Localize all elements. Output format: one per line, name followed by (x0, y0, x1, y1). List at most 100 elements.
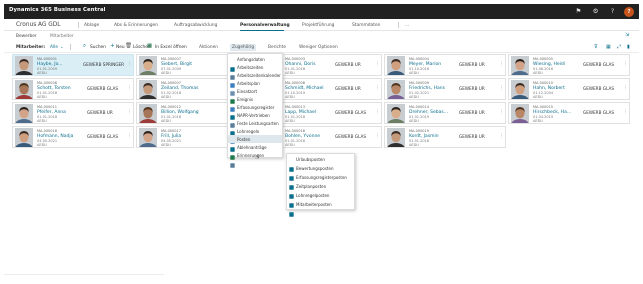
more-options-icon[interactable]: ⋮ (375, 61, 380, 67)
employee-name[interactable]: Ohanni, Doris (285, 62, 316, 67)
nav-item-abs-erinnerungen[interactable]: Abs & Erinnerungen (114, 23, 158, 28)
posten-menu-item[interactable]: Lohnregelposten (287, 191, 354, 208)
employee-name[interactable]: Pfeifer, Anna (37, 110, 66, 115)
open-in-excel-button[interactable]: In Excel öffnen (155, 45, 187, 50)
employee-code: AEDU (409, 94, 419, 99)
new-button[interactable]: Neu (116, 45, 125, 50)
related-menu-item[interactable]: Feste Leistungsarten (228, 119, 282, 136)
nav-item-personalverwaltung[interactable]: Personalverwaltung (240, 23, 290, 31)
related-menu[interactable]: Zugehörig (230, 43, 257, 51)
employee-tile[interactable]: MA-000006 Schott, Torsten 01.01.2018 AEDU GE… (12, 78, 134, 100)
search-button[interactable]: Suchen (90, 45, 106, 50)
posten-menu-item[interactable]: Bewertungsposten (287, 164, 354, 181)
employee-name[interactable]: Zeiland, Thomas (161, 86, 199, 91)
chevron-down-icon[interactable]: ⌄ (60, 45, 64, 50)
fewer-options-button[interactable]: Weniger Optionen (299, 45, 338, 50)
employee-name[interactable]: Siebert, Birgit (161, 62, 192, 67)
employee-name[interactable]: Drehner, Sebas... (409, 110, 448, 115)
employee-group: GEWERB UR (459, 85, 485, 91)
employee-tile[interactable]: MA-000015 Hirschbeck, Ha... 01.04.2019 AEDU… (508, 102, 630, 124)
employee-name[interactable]: Frill, Julia (161, 134, 181, 139)
subnav-mitarbeiter[interactable]: Mitarbeiter (50, 34, 74, 39)
menu-item-icon (230, 121, 235, 136)
related-menu-item[interactable]: Einsatzort (228, 87, 282, 104)
related-menu-item[interactable]: Arbeitszeiten (228, 63, 282, 80)
more-options-icon[interactable]: ⋮ (127, 61, 132, 67)
nav-item-ablage[interactable]: Ablage (84, 23, 99, 28)
employee-tile[interactable]: MA-000019 Kordt, Jasmin 01.01.2018 AEDU GEWE… (384, 126, 506, 148)
related-menu-item[interactable]: Erfassungsregister (228, 103, 282, 120)
posten-menu-item[interactable]: Mitarbeiterposten (287, 200, 354, 217)
nav-item-stammdaten[interactable]: Stammdaten (352, 23, 380, 28)
more-options-icon[interactable]: ⋮ (623, 61, 628, 67)
related-menu-item[interactable]: Arbeitszeitenkalender (228, 71, 282, 88)
employee-tile[interactable]: MA-000014 Drehner, Sebas... 01.01.2019 AEDU… (384, 102, 506, 124)
more-options-icon[interactable]: ⋮ (127, 109, 132, 115)
related-menu-item[interactable]: Ablehnanträge (228, 143, 282, 160)
employee-tile[interactable]: MA-000005 Wiesing, Heidi 01.06.2016 AEDU GEW… (508, 54, 630, 76)
filter-pane-icon[interactable]: ⇲ (625, 32, 629, 38)
employee-tile[interactable]: MA-000009 Friedrichs, Hans 01.02.2021 AEDU G… (384, 78, 506, 100)
more-options-icon[interactable]: ⋮ (499, 61, 504, 67)
employee-tile[interactable]: MA-000004 Meyer, Marion 01.10.2016 AEDU GEWE… (384, 54, 506, 76)
employee-name[interactable]: Friedrichs, Hans (409, 86, 445, 91)
nav-item-auftragsabwicklung[interactable]: Auftragsabwicklung (174, 23, 217, 28)
employee-name[interactable]: Wiesing, Heidi (533, 62, 565, 67)
more-options-icon[interactable]: ⋮ (127, 85, 132, 91)
employee-name[interactable]: Kordt, Jasmin (409, 134, 439, 139)
employee-name[interactable]: Hofmann, Nadja (37, 134, 73, 139)
related-menu-item[interactable]: Posten (228, 135, 282, 152)
related-menu-item[interactable]: Ereignis (228, 95, 282, 112)
nav-item-projektfuehrung[interactable]: Projektführung (302, 23, 334, 28)
expand-icon[interactable]: ⤢ (617, 44, 621, 50)
more-options-icon[interactable]: ⋮ (499, 85, 504, 91)
employee-name[interactable]: Schott, Torsten (37, 86, 71, 91)
plus-icon[interactable]: + (110, 43, 115, 49)
flag-icon[interactable]: ⚑ (574, 7, 583, 16)
more-options-icon[interactable]: ⋮ (375, 133, 380, 139)
company-name[interactable]: Cronus AG GDL (16, 22, 60, 28)
more-options-icon[interactable]: ⋮ (375, 109, 380, 115)
more-options-icon[interactable]: ⋮ (623, 85, 628, 91)
avatar[interactable]: ? (624, 6, 634, 17)
related-menu-item[interactable]: Arbeitsplan (228, 79, 282, 96)
employee-name[interactable]: Haybe, Jo... (37, 62, 63, 67)
nav-more[interactable]: ... (405, 23, 409, 28)
employee-name[interactable]: Billion, Wolfgang (161, 110, 199, 115)
related-menu-item[interactable]: NAPR-Vertrieben (228, 111, 282, 128)
employee-tile[interactable]: MA-000001 Haybe, Jo... 01.01.2009 AEDU GEWER… (12, 54, 134, 76)
related-menu-item[interactable]: Anfangsdaten (228, 55, 282, 72)
filter-dropdown[interactable]: Alle (50, 45, 58, 50)
employee-name[interactable]: Schmidt, Michael (285, 86, 324, 91)
subnav-bewerber[interactable]: Bewerber (16, 34, 37, 39)
employee-tile[interactable]: MA-000016 Hofmann, Nadja 04.05.2021 AEDU GEW… (12, 126, 134, 148)
more-options-icon[interactable]: ⋮ (499, 109, 504, 115)
menu-item-icon (230, 81, 235, 96)
employee-group: GEWERB UR (459, 61, 485, 67)
more-options-icon[interactable]: ⋮ (375, 85, 380, 91)
related-menu-item[interactable]: Lohnregeln (228, 127, 282, 144)
trash-icon[interactable]: 🗑 (125, 43, 132, 49)
employee-tile[interactable]: MA-000011 Pfeifer, Anna 01.01.2018 AEDU GEWE… (12, 102, 134, 124)
employee-name[interactable]: Hahn, Norbert (533, 86, 565, 91)
tile-view-icon[interactable]: ▦ (606, 44, 611, 50)
employee-name[interactable]: Bohlen, Yvonne (285, 134, 320, 139)
posten-menu-item[interactable]: Urlaubsposten (287, 155, 354, 172)
gear-icon[interactable]: ⚙ (591, 7, 600, 16)
employee-tile[interactable]: MA-000010 Hahn, Norbert 01.12.2004 AEDU GEWE… (508, 78, 630, 100)
posten-menu-item[interactable]: Erfassungsregisterposten (287, 173, 354, 190)
employee-name[interactable]: Hirschbeck, Ha... (533, 110, 571, 115)
more-options-icon[interactable]: ⋮ (623, 109, 628, 115)
excel-icon[interactable]: ▦ (147, 43, 152, 49)
filter-icon[interactable]: ⊽ (594, 44, 598, 50)
more-options-icon[interactable]: ⋮ (127, 133, 132, 139)
posten-menu-item[interactable]: Zeitplanposten (287, 182, 354, 199)
help-icon[interactable]: ? (608, 7, 617, 16)
bookmark-icon[interactable]: ▮ (627, 44, 630, 50)
employee-name[interactable]: Lapp, Michael (285, 110, 316, 115)
actions-menu[interactable]: Aktionen (199, 45, 218, 50)
search-icon[interactable]: ⌕ (83, 43, 86, 50)
reports-menu[interactable]: Berichte (268, 45, 286, 50)
employee-name[interactable]: Meyer, Marion (409, 62, 441, 67)
more-options-icon[interactable]: ⋮ (499, 133, 504, 139)
